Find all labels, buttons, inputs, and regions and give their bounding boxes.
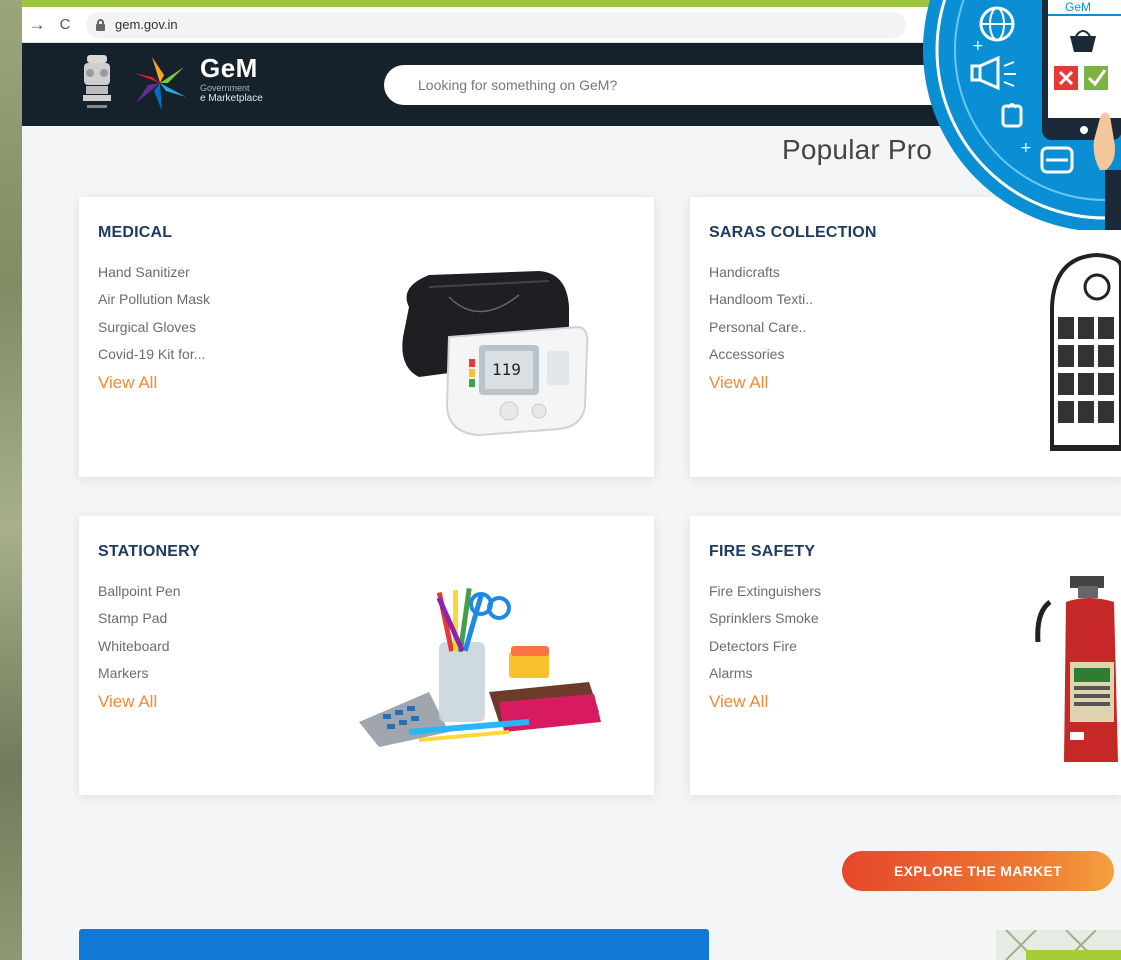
forward-arrow-icon[interactable]: → (24, 12, 50, 38)
card-item-list: Ballpoint Pen Stamp Pad Whiteboard Marke… (98, 578, 181, 687)
list-item[interactable]: Alarms (709, 660, 821, 687)
search-placeholder: Looking for something on GeM? (418, 77, 618, 93)
card-item-list: Handicrafts Handloom Texti.. Personal Ca… (709, 259, 813, 368)
list-item[interactable]: Handicrafts (709, 259, 813, 286)
svg-text:119: 119 (492, 360, 521, 379)
background-edge (0, 0, 22, 960)
explore-market-button[interactable]: EXPLORE THE MARKET (842, 851, 1114, 891)
logo-sub-government: Government (200, 83, 250, 93)
gem-promo-graphic: + + GeM (923, 0, 1121, 230)
decorative-pattern-icon (996, 930, 1121, 960)
promo-label: GeM (1065, 0, 1091, 14)
list-item[interactable]: Personal Care.. (709, 314, 813, 341)
list-item[interactable]: Ballpoint Pen (98, 578, 181, 605)
url-text: gem.gov.in (115, 17, 178, 32)
card-item-list: Fire Extinguishers Sprinklers Smoke Dete… (709, 578, 821, 687)
reload-icon[interactable]: C (52, 12, 78, 38)
national-emblem-icon (83, 55, 111, 108)
card-title: SARAS COLLECTION (709, 224, 877, 241)
category-card-saras-collection: SARAS COLLECTION Handicrafts Handloom Te… (690, 197, 1121, 477)
list-item[interactable]: Covid-19 Kit for... (98, 341, 210, 368)
fire-extinguisher-icon (1035, 576, 1118, 762)
url-field[interactable]: gem.gov.in (86, 11, 906, 38)
list-item[interactable]: Fire Extinguishers (709, 578, 821, 605)
stationery-set-icon (359, 588, 601, 747)
logo-main: GeM (200, 53, 258, 83)
list-item[interactable]: Stamp Pad (98, 605, 181, 632)
list-item[interactable]: Handloom Texti.. (709, 286, 813, 313)
card-title: STATIONERY (98, 543, 201, 560)
basket-icon (1070, 36, 1096, 52)
logo-sub-marketplace: e Marketplace (200, 93, 263, 104)
gem-logo-text[interactable]: GeM Government e Marketplace (200, 53, 263, 105)
list-item[interactable]: Hand Sanitizer (98, 259, 210, 286)
svg-text:+: + (972, 38, 984, 54)
card-title: MEDICAL (98, 224, 173, 241)
lock-icon (96, 19, 105, 31)
category-card-fire-safety: FIRE SAFETY Fire Extinguishers Sprinkler… (690, 516, 1121, 795)
list-item[interactable]: Accessories (709, 341, 813, 368)
category-card-medical: MEDICAL Hand Sanitizer Air Pollution Mas… (79, 197, 654, 477)
view-all-link[interactable]: View All (709, 692, 768, 712)
svg-text:+: + (1020, 140, 1032, 156)
card-item-list: Hand Sanitizer Air Pollution Mask Surgic… (98, 259, 210, 368)
list-item[interactable]: Air Pollution Mask (98, 286, 210, 313)
category-card-stationery: STATIONERY Ballpoint Pen Stamp Pad White… (79, 516, 654, 795)
ornamental-lantern-icon (1050, 252, 1121, 451)
blood-pressure-monitor-icon: 119 (402, 271, 589, 437)
view-all-link[interactable]: View All (98, 692, 157, 712)
view-all-link[interactable]: View All (709, 373, 768, 393)
search-input[interactable]: Looking for something on GeM? (384, 65, 964, 105)
gem-star-logo-icon[interactable] (130, 53, 190, 113)
list-item[interactable]: Surgical Gloves (98, 314, 210, 341)
list-item[interactable]: Whiteboard (98, 633, 181, 660)
blue-banner (79, 929, 709, 960)
view-all-link[interactable]: View All (98, 373, 157, 393)
list-item[interactable]: Markers (98, 660, 181, 687)
card-title: FIRE SAFETY (709, 543, 816, 560)
list-item[interactable]: Sprinklers Smoke (709, 605, 821, 632)
list-item[interactable]: Detectors Fire (709, 633, 821, 660)
